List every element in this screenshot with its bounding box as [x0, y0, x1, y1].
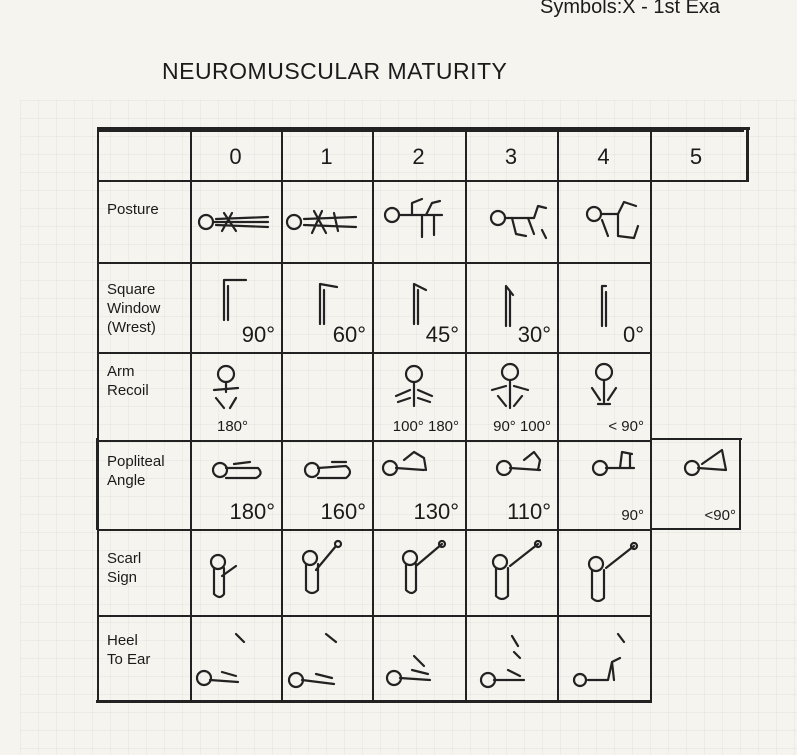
arm-recoil-value-4: < 90° — [608, 418, 644, 435]
posture-figure-4 — [585, 200, 640, 240]
column-header-2: 2 — [412, 144, 425, 169]
popliteal-figure-4 — [591, 450, 636, 477]
square-window-figure-4 — [600, 284, 608, 328]
popliteal-figure-3 — [495, 450, 542, 477]
heel-to-ear-figure-0 — [195, 632, 246, 687]
scarf-sign-figure-1 — [301, 539, 343, 595]
row-label-4: Scarl Sign — [107, 550, 142, 586]
arm-recoil-figure-3 — [490, 362, 530, 410]
posture-figure-2 — [383, 197, 444, 239]
column-header-0: 0 — [229, 144, 242, 169]
square-window-figure-0 — [222, 278, 248, 322]
heel-to-ear-figure-3 — [479, 634, 526, 689]
posture-figure-1 — [285, 209, 358, 235]
square-window-value-0: 90° — [241, 322, 275, 347]
square-window-figure-2 — [412, 282, 428, 326]
popliteal-figure-2 — [381, 450, 428, 477]
column-header-4: 4 — [597, 144, 610, 169]
table-border — [650, 180, 749, 182]
popliteal-figure-5 — [683, 448, 728, 477]
table-border — [650, 528, 741, 530]
heel-to-ear-figure-1 — [287, 632, 338, 689]
arm-recoil-figure-0 — [212, 364, 240, 410]
popliteal-angle-value-5: <90° — [704, 507, 736, 524]
arm-recoil-value-3: 90° 100° — [493, 418, 551, 435]
row-label-0: Posture — [107, 201, 159, 218]
table-border — [96, 700, 652, 703]
arm-recoil-value-2: 100° 180° — [392, 418, 459, 435]
popliteal-angle-value-0: 180° — [229, 499, 275, 524]
table-border — [739, 438, 741, 530]
popliteal-angle-value-1: 160° — [320, 499, 366, 524]
score-cell — [281, 352, 374, 442]
square-window-figure-1 — [318, 282, 339, 326]
table-border — [650, 182, 652, 702]
page-title: NEUROMUSCULAR MATURITY — [162, 58, 508, 84]
column-header-1: 1 — [320, 144, 333, 169]
row-label-5: Heel To Ear — [107, 632, 151, 668]
row-label-3: Popliteal Angle — [107, 453, 165, 489]
header-corner-cell — [97, 130, 192, 182]
popliteal-figure-1 — [303, 460, 352, 480]
scarf-sign-figure-3 — [491, 539, 543, 601]
arm-recoil-figure-4 — [590, 362, 618, 406]
popliteal-angle-value-3: 110° — [507, 499, 551, 524]
scarf-sign-figure-0 — [209, 553, 238, 599]
row-label-2: Arm Recoil — [107, 363, 149, 399]
symbols-header: Symbols:X - 1st Exa — [540, 0, 721, 18]
heel-to-ear-figure-2 — [385, 654, 432, 687]
arm-recoil-value-0: 180° — [216, 418, 249, 435]
table-border — [96, 438, 98, 530]
popliteal-figure-0 — [211, 460, 262, 480]
row-label-1: Square Window (Wrest) — [107, 281, 161, 336]
table-border — [746, 127, 749, 182]
scarf-sign-figure-4 — [587, 541, 639, 603]
column-header-5: 5 — [689, 144, 703, 169]
square-window-figure-3 — [504, 284, 515, 328]
popliteal-angle-value-2: 130° — [413, 499, 459, 524]
row-label-cell — [97, 180, 192, 264]
column-header-3: 3 — [504, 144, 518, 169]
popliteal-angle-value-4: 90° — [621, 507, 644, 524]
posture-figure-3 — [489, 204, 548, 240]
table-border — [650, 438, 742, 440]
scarf-sign-figure-2 — [401, 539, 447, 595]
posture-figure-0 — [197, 211, 270, 233]
arm-recoil-figure-2 — [394, 364, 434, 408]
heel-to-ear-figure-4 — [572, 632, 626, 688]
table-border — [97, 127, 750, 130]
